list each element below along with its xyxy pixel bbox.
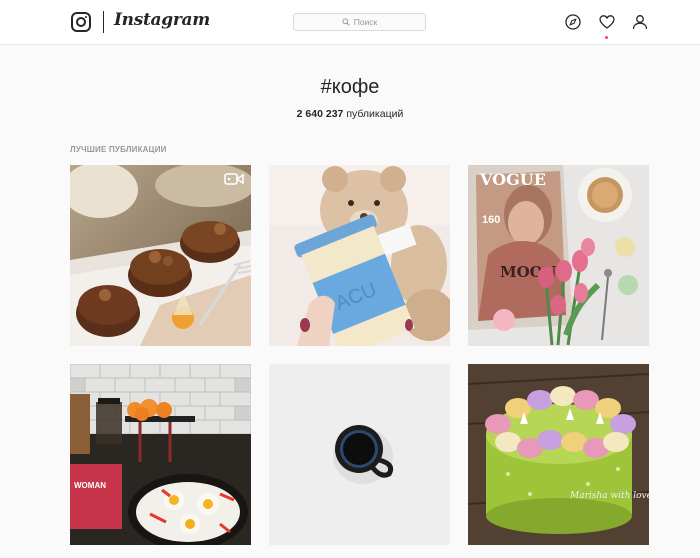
video-icon <box>224 172 244 186</box>
black-coffee-cup-image <box>269 364 450 545</box>
search-icon <box>342 18 350 26</box>
profile-icon[interactable] <box>632 14 648 30</box>
post-tile-4[interactable]: WOMAN <box>70 364 251 545</box>
compass-icon[interactable] <box>565 14 581 30</box>
instagram-wordmark[interactable]: Instagram <box>114 10 210 30</box>
chocolate-cakes-image <box>70 165 251 346</box>
notification-dot <box>605 36 608 39</box>
kitchen-breakfast-image: WOMAN <box>70 364 251 545</box>
cake-watermark: Marisha with love <box>569 491 649 501</box>
top-navigation-bar: Instagram Поиск <box>0 0 700 45</box>
post-tile-1[interactable] <box>70 165 251 346</box>
instagram-logo-icon[interactable] <box>71 12 91 32</box>
magazine-number: 160 <box>482 214 500 226</box>
search-input[interactable]: Поиск <box>293 13 426 31</box>
magazine-title: VOGUE <box>479 170 546 189</box>
macaron-cake-image: Marisha with love <box>468 364 649 545</box>
post-tile-3[interactable]: VOGUE 160 MOON <box>468 165 649 346</box>
post-tile-5[interactable] <box>269 364 450 545</box>
post-count-suffix: публикаций <box>346 108 404 120</box>
post-count: 2 640 237 публикаций <box>0 108 700 120</box>
magazine-coffee-tulips-image: VOGUE 160 MOON <box>468 165 649 346</box>
post-tile-2[interactable]: ACU <box>269 165 450 346</box>
top-posts-label: ЛУЧШИЕ ПУБЛИКАЦИИ <box>70 145 167 154</box>
post-tile-6[interactable]: Marisha with love <box>468 364 649 545</box>
book-title: WOMAN <box>74 481 106 490</box>
search-placeholder: Поиск <box>353 17 378 27</box>
heart-icon[interactable] <box>599 14 615 30</box>
hashtag-title: #кофе <box>320 76 380 98</box>
post-count-number: 2 640 237 <box>296 108 344 120</box>
teddy-bear-cup-image: ACU <box>269 165 450 346</box>
logo-divider <box>103 11 104 33</box>
